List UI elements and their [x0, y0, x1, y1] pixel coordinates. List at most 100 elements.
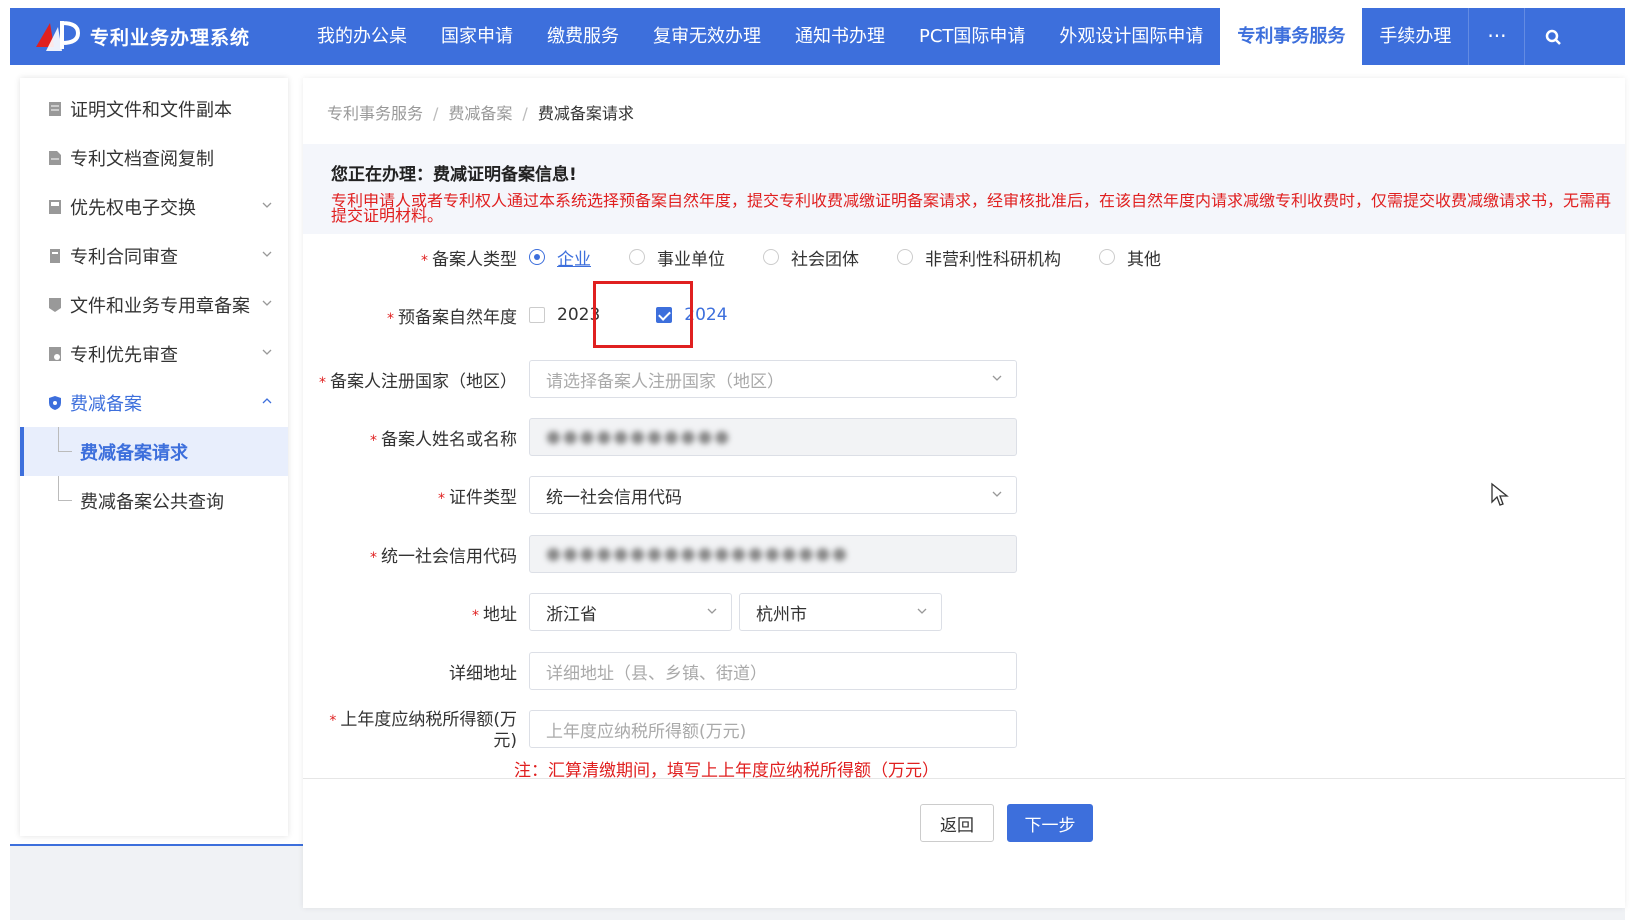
sidebar-subitem-label: 费减备案公共查询 [80, 491, 224, 513]
chevron-up-icon [262, 398, 272, 404]
credit-code-row: * 统一社会信用代码 ●●●●●●●●●●●●●●●●●● [303, 535, 1017, 573]
sidebar-item-priority-examination[interactable]: 专利优先审查 [20, 329, 288, 378]
field-label: * 上年度应纳税所得额(万 元) [303, 710, 529, 751]
radio-button-icon [1099, 249, 1115, 265]
review-icon [48, 346, 62, 362]
sidebar-item-label: 专利文档查阅复制 [70, 148, 214, 170]
city-select[interactable]: 杭州市 [739, 593, 942, 631]
nav-item-patent-affairs[interactable]: 专利事务服务 [1220, 8, 1363, 65]
breadcrumb-item[interactable]: 专利事务服务 [327, 104, 423, 123]
radio-nonprofit-research[interactable]: 非营利性科研机构 [897, 245, 1061, 270]
breadcrumb-current: 费减备案请求 [537, 104, 634, 123]
logo-icon [36, 20, 81, 51]
nav-item-reexamination[interactable]: 复审无效办理 [636, 8, 778, 65]
radio-public-institution[interactable]: 事业单位 [629, 245, 725, 270]
required-mark: * [387, 310, 394, 327]
highlight-annotation [593, 281, 693, 348]
chevron-down-icon [262, 349, 272, 355]
select-value: 杭州市 [756, 604, 807, 625]
taxable-income-label: 上年度应纳税所得额(万 [340, 710, 517, 730]
notice-text: 专利申请人或者专利权人通过本系统选择预备案自然年度，提交专利收费减缴证明备案请求… [331, 193, 1612, 225]
field-label: * 备案人注册国家（地区） [303, 367, 529, 392]
breadcrumb-item[interactable]: 费减备案 [448, 104, 512, 123]
nav-item-my-desk[interactable]: 我的办公桌 [300, 8, 424, 65]
radio-button-icon [629, 249, 645, 265]
search-icon[interactable] [1524, 8, 1580, 65]
detail-address-label: 详细地址 [449, 663, 517, 684]
app-title: 专利业务办理系统 [90, 27, 251, 49]
radio-label: 事业单位 [657, 249, 725, 270]
required-mark: * [370, 432, 377, 449]
field-label: * 证件类型 [303, 483, 529, 508]
detail-address-input[interactable]: 详细地址（县、乡镇、街道） [529, 652, 1017, 690]
radio-enterprise[interactable]: 企业 [529, 245, 591, 270]
input-placeholder: 上年度应纳税所得额(万元) [546, 721, 747, 742]
taxable-income-input[interactable]: 上年度应纳税所得额(万元) [529, 710, 1017, 748]
checkbox-year-2023[interactable]: 2023 [529, 305, 600, 325]
sidebar-item-label: 专利合同审查 [70, 246, 178, 268]
chevron-down-icon [917, 608, 927, 614]
field-label: * 地址 [303, 600, 529, 625]
nav-item-fee-service[interactable]: 缴费服务 [530, 8, 636, 65]
shield-icon [48, 395, 62, 411]
sidebar-item-seal-filing[interactable]: 文件和业务专用章备案 [20, 280, 288, 329]
sidebar-item-document-review[interactable]: 专利文档查阅复制 [20, 133, 288, 182]
chevron-down-icon [992, 375, 1002, 381]
required-mark: * [421, 252, 428, 269]
notice-box: 您正在办理：费减证明备案信息! 专利申请人或者专利权人通过本系统选择预备案自然年… [303, 144, 1625, 234]
sidebar-item-label: 专利优先审查 [70, 344, 178, 366]
sidebar-item-fee-reduction[interactable]: 费减备案 [20, 378, 288, 427]
province-select[interactable]: 浙江省 [529, 593, 732, 631]
address-label: 地址 [483, 604, 517, 625]
chevron-down-icon [262, 300, 272, 306]
chevron-down-icon [707, 608, 717, 614]
select-value: 统一社会信用代码 [546, 487, 682, 508]
required-mark: * [370, 549, 377, 566]
sidebar-subitem-fee-reduction-request[interactable]: 费减备案请求 [20, 427, 288, 476]
redacted-value: ●●●●●●●●●●●●●●●●●● [546, 544, 850, 564]
field-label: 详细地址 [303, 659, 529, 684]
taxable-income-label-unit: 元) [493, 731, 517, 751]
sidebar-item-priority-exchange[interactable]: 优先权电子交换 [20, 182, 288, 231]
sidebar-item-contract-review[interactable]: 专利合同审查 [20, 231, 288, 280]
sidebar-item-certificates[interactable]: 证明文件和文件副本 [20, 84, 288, 133]
nav-item-national-application[interactable]: 国家申请 [424, 8, 530, 65]
nav-item-pct[interactable]: PCT国际申请 [902, 8, 1042, 65]
nav-item-design-international[interactable]: 外观设计国际申请 [1042, 8, 1220, 65]
id-type-row: * 证件类型 统一社会信用代码 [303, 476, 1017, 514]
document-icon [48, 150, 62, 166]
radio-other[interactable]: 其他 [1099, 245, 1161, 270]
sidebar-subitem-fee-reduction-query[interactable]: 费减备案公共查询 [20, 476, 288, 525]
radio-button-icon [529, 249, 545, 265]
nav-more-button[interactable]: ··· [1468, 8, 1524, 65]
app-logo[interactable]: 专利业务办理系统 [10, 17, 300, 57]
next-button[interactable]: 下一步 [1007, 804, 1093, 842]
top-navbar: 专利业务办理系统 我的办公桌 国家申请 缴费服务 复审无效办理 通知书办理 PC… [10, 8, 1625, 65]
field-label: * 备案人类型 [303, 245, 529, 270]
id-type-select[interactable]: 统一社会信用代码 [529, 476, 1017, 514]
sidebar-item-label: 优先权电子交换 [70, 197, 196, 219]
sidebar-item-label: 证明文件和文件副本 [70, 99, 232, 121]
required-mark: * [438, 490, 445, 507]
tree-connector [58, 476, 72, 501]
year-row: * 预备案自然年度 2023 2024 [303, 281, 728, 348]
checkbox-icon [529, 307, 545, 323]
nav-item-procedures[interactable]: 手续办理 [1362, 8, 1468, 65]
field-label: * 备案人姓名或名称 [303, 425, 529, 450]
taxable-income-row: * 上年度应纳税所得额(万 元) 上年度应纳税所得额(万元) [303, 710, 1017, 751]
sidebar-subitem-label: 费减备案请求 [80, 442, 188, 464]
radio-social-organization[interactable]: 社会团体 [763, 245, 859, 270]
filer-type-label: 备案人类型 [432, 249, 517, 270]
detail-address-row: 详细地址 详细地址（县、乡镇、街道） [303, 652, 1017, 690]
country-select[interactable]: 请选择备案人注册国家（地区） [529, 360, 1017, 398]
breadcrumb-separator: / [522, 104, 528, 123]
input-placeholder: 详细地址（县、乡镇、街道） [546, 663, 767, 684]
nav-item-notices[interactable]: 通知书办理 [778, 8, 902, 65]
back-button[interactable]: 返回 [920, 804, 994, 842]
main-nav: 我的办公桌 国家申请 缴费服务 复审无效办理 通知书办理 PCT国际申请 外观设… [300, 8, 1580, 65]
sidebar-item-label: 文件和业务专用章备案 [70, 295, 250, 317]
mouse-cursor-icon [1491, 482, 1509, 506]
contract-icon [48, 248, 62, 264]
name-field: ●●●●●●●●●●● [529, 418, 1017, 456]
year-label: 预备案自然年度 [398, 307, 517, 328]
